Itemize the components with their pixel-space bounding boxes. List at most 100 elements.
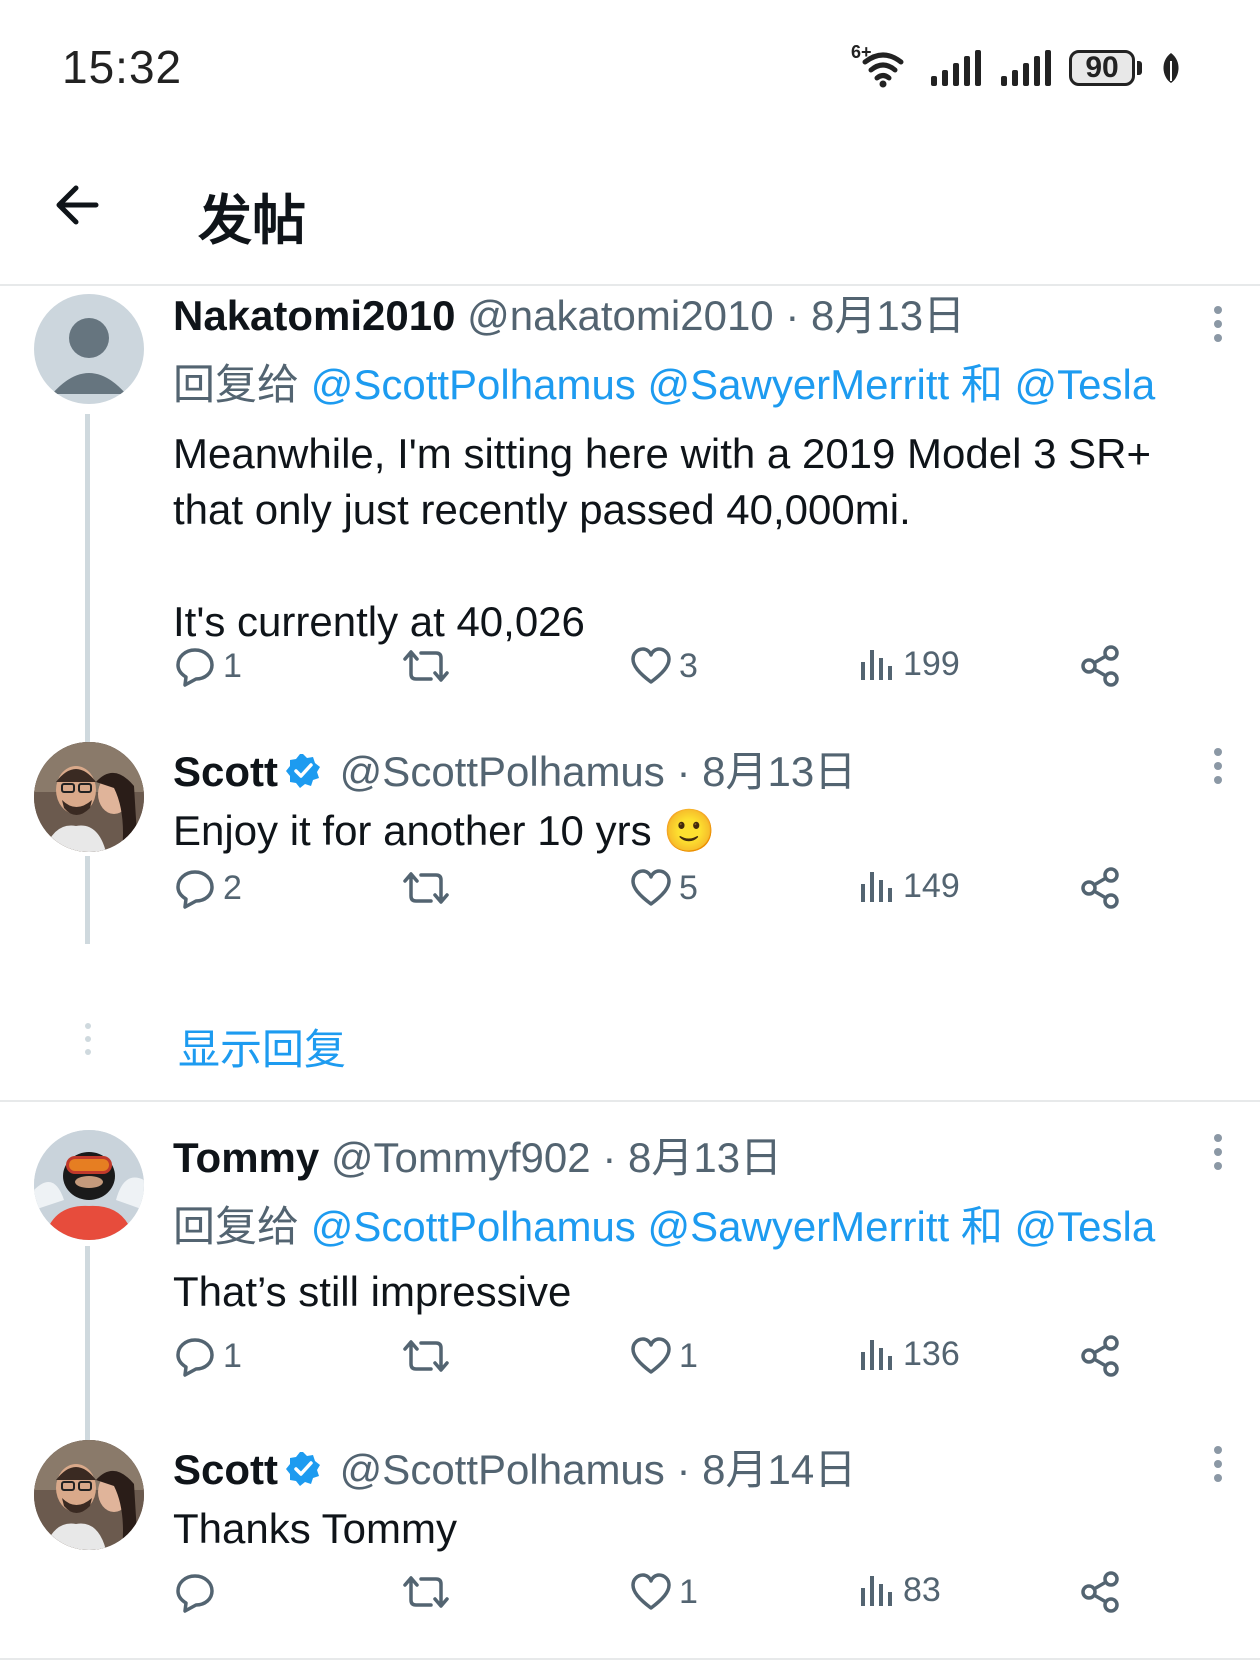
retweet-button[interactable] xyxy=(401,1334,451,1378)
tweet-header: Scott @ScottPolhamus · 8月14日 xyxy=(173,1436,1223,1497)
user-handle[interactable]: @Tommyf902 xyxy=(331,1134,591,1181)
views-icon xyxy=(861,872,892,902)
more-options-icon[interactable] xyxy=(1212,304,1224,344)
tweet-header: Scott @ScottPolhamus · 8月13日 xyxy=(173,738,1223,799)
share-button[interactable] xyxy=(1079,644,1123,688)
mention-link[interactable]: @Tesla xyxy=(1015,361,1156,408)
heart-icon xyxy=(631,1573,671,1610)
share-icon xyxy=(1081,645,1119,687)
mention-link[interactable]: @SawyerMerritt xyxy=(647,1203,949,1250)
views-button[interactable]: 136 xyxy=(857,1334,960,1374)
thread-line xyxy=(85,856,90,944)
like-count: 1 xyxy=(679,1336,698,1375)
like-button[interactable]: 3 xyxy=(629,644,698,688)
page-header: 发帖 xyxy=(0,150,1260,286)
reply-prefix: 回复给 xyxy=(173,1203,300,1250)
reply-icon xyxy=(176,648,214,687)
tweet-body: Meanwhile, I'm sitting here with a 2019 … xyxy=(173,426,1223,650)
battery-level: 90 xyxy=(1069,50,1135,86)
tweet-body-line: It's currently at 40,026 xyxy=(173,598,585,645)
back-arrow-icon[interactable] xyxy=(52,180,102,230)
reply-icon xyxy=(176,1338,214,1377)
tweet-date[interactable]: 8月13日 xyxy=(628,1134,782,1181)
tweet-body: Thanks Tommy xyxy=(173,1505,457,1552)
share-icon xyxy=(1081,1335,1119,1377)
like-count: 3 xyxy=(679,646,698,685)
views-count: 149 xyxy=(903,866,960,905)
user-name[interactable]: Scott xyxy=(173,748,278,795)
tweet-date[interactable]: 8月13日 xyxy=(811,292,965,339)
views-count: 83 xyxy=(903,1570,941,1609)
tweet-actions: 1 3 199 xyxy=(173,644,1193,694)
leaf-icon xyxy=(1163,53,1179,83)
views-button[interactable]: 149 xyxy=(857,866,960,906)
tweet-content: Scott @ScottPolhamus · 8月13日 Enjoy it fo… xyxy=(173,738,1223,861)
like-count: 1 xyxy=(679,1572,698,1611)
tweet-date[interactable]: 8月13日 xyxy=(702,748,856,795)
divider xyxy=(0,1658,1260,1660)
avatar-default[interactable] xyxy=(34,294,144,404)
mention-link[interactable]: @ScottPolhamus xyxy=(311,1203,636,1250)
user-handle[interactable]: @nakatomi2010 xyxy=(467,292,774,339)
reply-button[interactable]: 1 xyxy=(173,644,242,688)
tweet-1[interactable]: Nakatomi2010 @nakatomi2010 · 8月13日 回复给 @… xyxy=(0,286,1260,754)
retweet-button[interactable] xyxy=(401,1570,451,1614)
verified-badge-icon xyxy=(286,1452,320,1486)
user-handle[interactable]: @ScottPolhamus xyxy=(340,1446,665,1493)
reply-button[interactable] xyxy=(173,1570,223,1614)
reply-button[interactable]: 1 xyxy=(173,1334,242,1378)
reply-to-line: 回复给 @ScottPolhamus @SawyerMerritt 和 @Tes… xyxy=(173,1193,1223,1254)
retweet-button[interactable] xyxy=(401,644,451,688)
avatar-scott[interactable] xyxy=(34,1440,144,1550)
tweet-actions: 2 5 149 xyxy=(173,866,1193,916)
tweet-3[interactable]: Tommy @Tommyf902 · 8月13日 回复给 @ScottPolha… xyxy=(0,1128,1260,1456)
like-button[interactable]: 1 xyxy=(629,1334,698,1378)
user-name[interactable]: Nakatomi2010 xyxy=(173,292,456,339)
views-button[interactable]: 199 xyxy=(857,644,960,684)
user-name[interactable]: Tommy xyxy=(173,1134,319,1181)
user-handle[interactable]: @ScottPolhamus xyxy=(340,748,665,795)
avatar-scott[interactable] xyxy=(34,742,144,852)
reply-button[interactable]: 2 xyxy=(173,866,242,910)
more-options-icon[interactable] xyxy=(1212,1444,1224,1484)
share-button[interactable] xyxy=(1079,866,1123,910)
signal-icon-2 xyxy=(1001,50,1051,86)
thread-line xyxy=(85,414,90,754)
divider xyxy=(0,1100,1260,1102)
thread-line xyxy=(85,1246,90,1456)
heart-icon xyxy=(631,1337,671,1374)
tweet-content: Scott @ScottPolhamus · 8月14日 Thanks Tomm… xyxy=(173,1436,1223,1559)
separator-dot: · xyxy=(602,1134,617,1181)
show-replies-link[interactable]: 显示回复 xyxy=(178,1016,346,1077)
like-button[interactable]: 1 xyxy=(629,1570,698,1614)
retweet-icon xyxy=(403,872,449,904)
tweet-header: Tommy @Tommyf902 · 8月13日 xyxy=(173,1124,1223,1185)
tweet-date[interactable]: 8月14日 xyxy=(702,1446,856,1493)
retweet-button[interactable] xyxy=(401,866,451,910)
tweet-4[interactable]: Scott @ScottPolhamus · 8月14日 Thanks Tomm… xyxy=(0,1440,1260,1660)
views-count: 199 xyxy=(903,644,960,683)
page-title: 发帖 xyxy=(198,191,306,251)
avatar-tommy[interactable] xyxy=(34,1130,144,1240)
wifi-icon: 6+ xyxy=(851,42,911,90)
user-name[interactable]: Scott xyxy=(173,1446,278,1493)
separator-dot: · xyxy=(785,292,800,339)
like-button[interactable]: 5 xyxy=(629,866,698,910)
share-button[interactable] xyxy=(1079,1334,1123,1378)
status-bar: 15:32 6+ 90 xyxy=(0,0,1260,140)
reply-count: 1 xyxy=(223,1336,242,1375)
mention-link[interactable]: @SawyerMerritt xyxy=(647,361,949,408)
more-options-icon[interactable] xyxy=(1212,746,1224,786)
mention-joiner: 和 xyxy=(960,1203,1003,1250)
views-icon xyxy=(861,1340,892,1370)
status-time: 15:32 xyxy=(62,41,183,93)
thread-ellipsis-icon xyxy=(84,1022,92,1061)
tweet-2[interactable]: Scott @ScottPolhamus · 8月13日 Enjoy it fo… xyxy=(0,742,1260,972)
mention-link[interactable]: @Tesla xyxy=(1015,1203,1156,1250)
battery-tip xyxy=(1137,61,1142,75)
views-icon xyxy=(861,1576,892,1606)
views-button[interactable]: 83 xyxy=(857,1570,941,1610)
share-button[interactable] xyxy=(1079,1570,1123,1614)
mention-link[interactable]: @ScottPolhamus xyxy=(311,361,636,408)
more-options-icon[interactable] xyxy=(1212,1132,1224,1172)
